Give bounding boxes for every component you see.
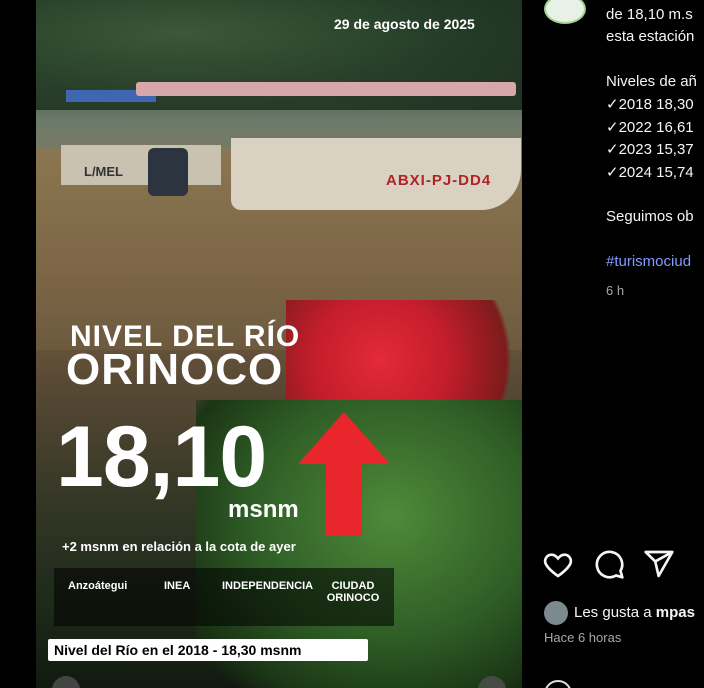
history-banner: Nivel del Río en el 2018 - 18,30 msnm: [48, 639, 368, 661]
outboard-motor: [148, 148, 188, 196]
logo-ciudad-orinoco: CIUDAD ORINOCO: [326, 580, 380, 604]
level-change-caption: +2 msnm en relación a la cota de ayer: [62, 539, 296, 554]
emoji-icon[interactable]: [544, 680, 572, 688]
history-banner-text: Nivel del Río en el 2018 - 18,30 msnm: [54, 642, 302, 658]
caption-line-7: ✓2024 15,74: [606, 164, 694, 181]
likes-prefix: Les gusta a: [574, 604, 652, 621]
liker-avatar[interactable]: [544, 601, 568, 625]
likes-user[interactable]: mpas: [656, 604, 695, 621]
caption-line-3: Niveles de añ: [606, 73, 697, 90]
share-icon[interactable]: [643, 548, 675, 580]
logo-strip: Anzoátegui INEA INDEPENDENCIA CIUDAD ORI…: [54, 568, 394, 626]
heart-icon[interactable]: [542, 548, 574, 580]
caption-line-2: esta estación: [606, 28, 695, 45]
post-sidebar: de 18,10 m.s esta estación Niveles de añ…: [522, 0, 704, 688]
hashtag-link[interactable]: #turismociud: [606, 253, 691, 270]
logo-independencia: INDEPENDENCIA: [222, 580, 314, 592]
red-up-arrow-icon: [298, 412, 390, 536]
posted-ago: Hace 6 horas: [544, 630, 622, 645]
boat-registration: ABXI-PJ-DD4: [386, 172, 492, 189]
logo-anzoategui: Anzoátegui: [68, 580, 128, 592]
boat-roof-pink: [136, 82, 516, 96]
caption-line-6: ✓2023 15,37: [606, 141, 694, 158]
account-avatar[interactable]: [544, 0, 586, 24]
post-media-video[interactable]: L/MEL ABXI-PJ-DD4 29 de agosto de 2025 N…: [36, 0, 522, 688]
media-prev-button[interactable]: [52, 676, 80, 688]
small-boat-label: L/MEL: [84, 164, 123, 179]
caption-line-5: ✓2022 16,61: [606, 119, 694, 136]
likes-text: Les gusta a mpas: [574, 604, 695, 621]
title-line-2: ORINOCO: [66, 345, 284, 394]
post-date: 29 de agosto de 2025: [334, 16, 475, 32]
caption-relative-time: 6 h: [606, 283, 625, 298]
comment-icon[interactable]: [593, 548, 625, 580]
level-value: 18,10: [56, 409, 267, 505]
caption-line-1: de 18,10 m.s: [606, 6, 693, 23]
caption-line-8: Seguimos ob: [606, 208, 694, 225]
logo-inea: INEA: [164, 580, 191, 592]
caption-line-4: ✓2018 18,30: [606, 96, 694, 113]
level-unit: msnm: [228, 496, 299, 523]
left-gutter: [0, 0, 36, 688]
